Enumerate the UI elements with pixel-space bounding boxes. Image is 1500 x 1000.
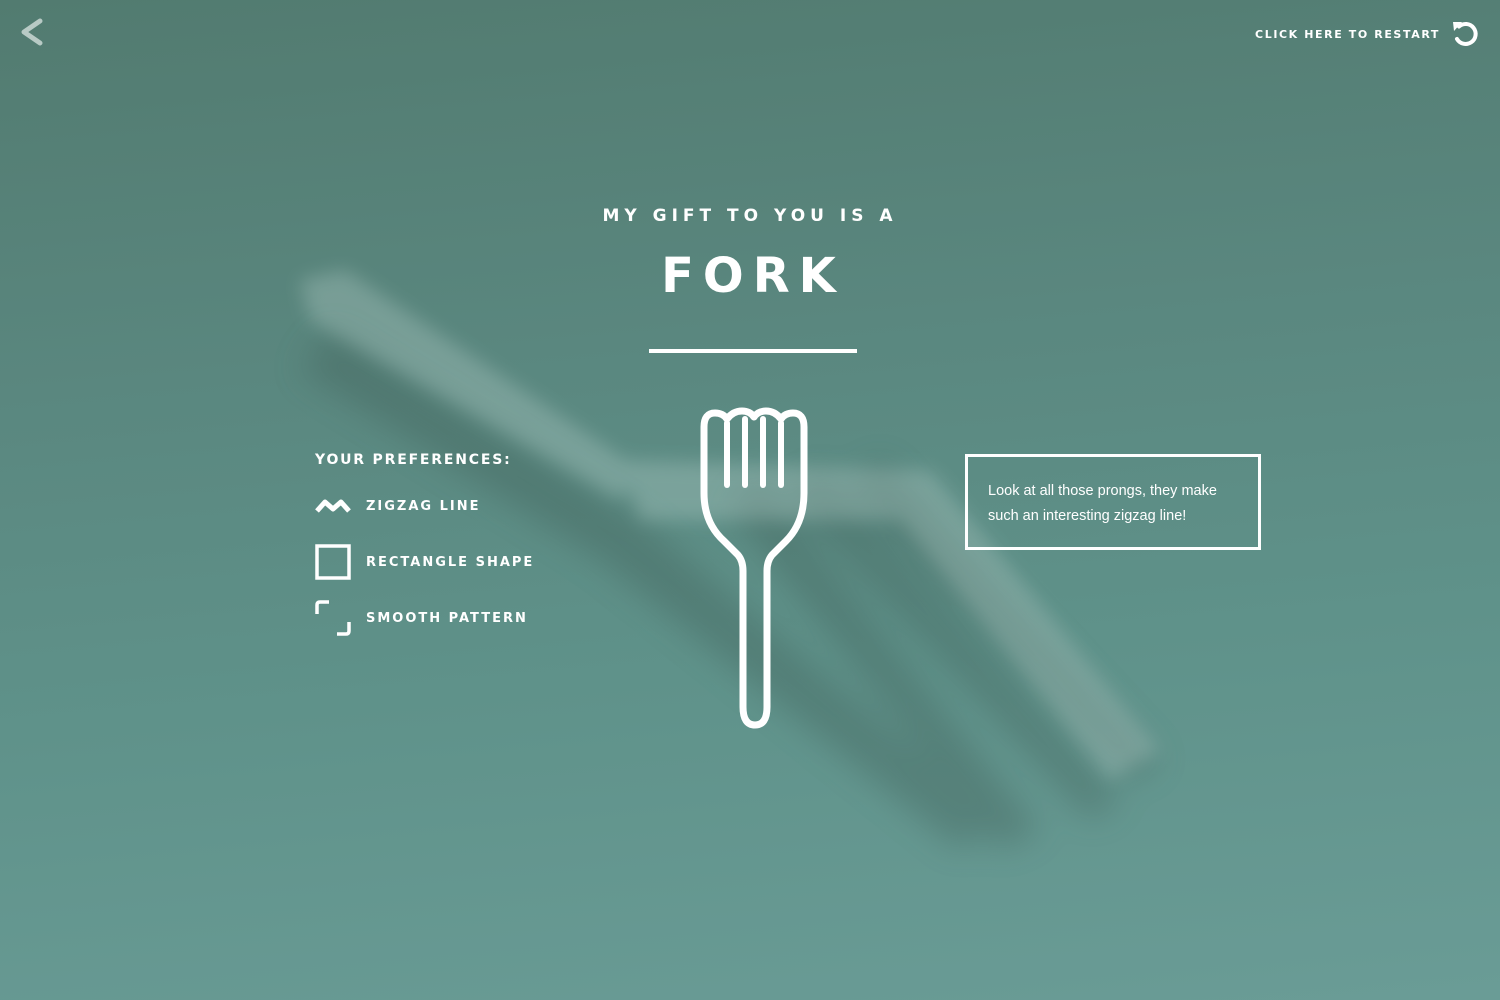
fork-icon <box>700 407 808 729</box>
preferences-heading: YOUR PREFERENCES: <box>315 452 512 468</box>
restart-label: CLICK HERE TO RESTART <box>1255 27 1440 41</box>
chevron-left-icon <box>21 18 43 46</box>
preference-rectangle-shape: RECTANGLE SHAPE <box>315 544 534 580</box>
result-subtitle: MY GIFT TO YOU IS A <box>602 206 898 226</box>
preference-smooth-pattern: SMOOTH PATTERN <box>315 600 534 636</box>
corner-pattern-icon <box>315 600 351 636</box>
preference-label: RECTANGLE SHAPE <box>366 554 535 570</box>
restart-icon <box>1453 21 1478 46</box>
restart-button[interactable]: CLICK HERE TO RESTART <box>1255 18 1480 50</box>
description-box: Look at all those prongs, they make such… <box>965 454 1261 550</box>
back-button[interactable] <box>16 16 48 50</box>
rectangle-icon <box>315 544 351 580</box>
preferences-panel: YOUR PREFERENCES: ZIGZAG LINE RECTANGLE … <box>315 452 534 656</box>
preference-label: SMOOTH PATTERN <box>366 610 528 626</box>
result-title: FORK <box>661 248 845 304</box>
preference-label: ZIGZAG LINE <box>366 498 481 514</box>
title-divider <box>649 349 857 353</box>
preference-zigzag-line: ZIGZAG LINE <box>315 488 534 524</box>
description-text: Look at all those prongs, they make such… <box>988 483 1217 524</box>
zigzag-icon <box>315 499 351 513</box>
